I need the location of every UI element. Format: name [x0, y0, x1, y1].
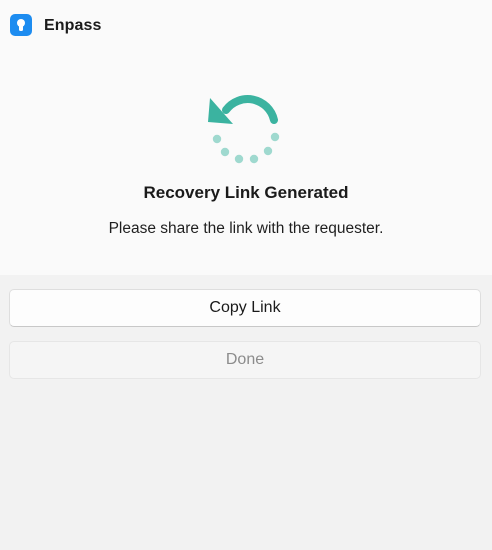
copy-link-button[interactable]: Copy Link [9, 289, 481, 327]
enpass-dialog-window: Enpass Recovery Link Generated Please sh… [0, 0, 492, 550]
app-title: Enpass [44, 17, 102, 34]
enpass-logo-icon [10, 14, 32, 36]
dialog-headline: Recovery Link Generated [143, 183, 349, 202]
dialog-message: Please share the link with the requester… [108, 220, 384, 237]
recovery-refresh-icon [200, 88, 286, 168]
dialog-content-panel: Enpass Recovery Link Generated Please sh… [0, 0, 492, 275]
title-bar: Enpass [0, 0, 492, 52]
done-button[interactable]: Done [9, 341, 481, 379]
